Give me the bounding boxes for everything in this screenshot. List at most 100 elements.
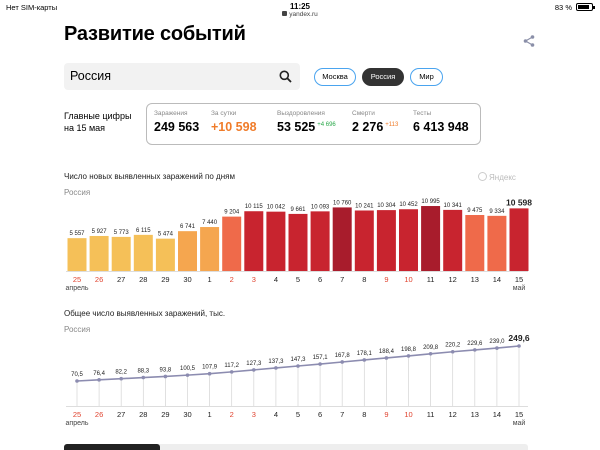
- point-value-label: 117,2: [224, 363, 239, 369]
- line-point: [119, 376, 123, 381]
- point-value-label: 239,0: [489, 339, 505, 345]
- bar: [133, 234, 153, 271]
- bar-value-label: 10 042: [267, 205, 286, 211]
- x-tick-label: 29: [161, 275, 169, 284]
- charts-canvas: 5 557255 927265 773276 115285 474296 741…: [66, 197, 533, 427]
- bar: [111, 236, 131, 271]
- bottom-tabs[interactable]: [64, 444, 528, 450]
- point-value-label: 229,6: [467, 341, 483, 347]
- line-point: [97, 378, 101, 382]
- point-value-label: 188,4: [379, 349, 395, 355]
- bar: [332, 207, 352, 271]
- line-point: [406, 354, 411, 358]
- x-tick-label: 2: [230, 275, 234, 284]
- bar-value-label: 5 474: [158, 232, 174, 238]
- line-point: [450, 349, 455, 354]
- line-point: [229, 370, 234, 374]
- bar-value-label: 6 741: [180, 224, 196, 230]
- x-tick-label: 14: [493, 410, 501, 419]
- bar-value-label: 5 927: [92, 229, 108, 235]
- line-point: [340, 360, 345, 364]
- x-tick-label: 1: [208, 410, 212, 419]
- bar: [266, 211, 286, 271]
- point-value-label: 157,1: [313, 355, 329, 361]
- bar-value-label: 10 241: [355, 203, 374, 209]
- line-point: [495, 346, 499, 350]
- bar-value-label: 10 093: [311, 204, 330, 210]
- x-tick-label: 10: [404, 410, 412, 419]
- bar: [376, 210, 396, 271]
- x-tick-label: 11: [427, 410, 435, 419]
- line-point: [517, 344, 521, 348]
- x-tick-label: 25: [73, 275, 81, 284]
- month-label: апрель: [66, 285, 89, 292]
- bar-value-label: 6 115: [136, 228, 151, 234]
- point-value-label: 137,3: [268, 359, 284, 365]
- x-tick-label: 8: [362, 275, 366, 284]
- bar: [222, 216, 242, 271]
- bar-value-label: 9 475: [467, 208, 483, 214]
- x-tick-label: 30: [183, 275, 191, 284]
- point-value-label: 82,2: [115, 370, 127, 376]
- x-tick-label: 13: [471, 275, 479, 284]
- x-tick-label: 26: [95, 275, 103, 284]
- line-point: [384, 356, 389, 360]
- point-value-label: 76,4: [93, 371, 105, 377]
- bar: [487, 215, 507, 271]
- x-tick-label: 5: [296, 410, 300, 419]
- point-value-label: 167,8: [335, 353, 351, 359]
- x-tick-label: 6: [318, 275, 322, 284]
- line-point: [318, 362, 322, 366]
- x-tick-label: 3: [252, 410, 256, 419]
- bar: [244, 211, 264, 271]
- x-tick-label: 7: [340, 275, 344, 284]
- x-tick-label: 27: [117, 410, 125, 419]
- bar: [288, 213, 308, 271]
- point-value-label: 100,5: [180, 366, 196, 372]
- bar-value-label: 9 204: [224, 210, 240, 216]
- x-tick-label: 13: [471, 410, 479, 419]
- x-tick-label: 5: [296, 275, 300, 284]
- month-label: май: [513, 419, 526, 427]
- line-point: [296, 364, 300, 368]
- bar: [155, 238, 175, 271]
- x-tick-label: 26: [95, 410, 103, 419]
- month-label: апрель: [66, 420, 89, 427]
- x-tick-label: 15: [515, 410, 523, 419]
- line-point: [163, 374, 168, 379]
- line-point: [473, 348, 477, 352]
- x-tick-label: 10: [404, 275, 412, 284]
- point-value-label: 107,9: [202, 365, 218, 371]
- point-value-label: 220,2: [445, 343, 461, 349]
- x-tick-label: 12: [449, 410, 457, 419]
- x-tick-label: 12: [449, 275, 457, 284]
- x-tick-label: 9: [384, 275, 388, 284]
- x-tick-label: 3: [252, 275, 256, 284]
- bar-value-label: 9 661: [290, 207, 306, 213]
- tab-active[interactable]: [64, 444, 160, 450]
- x-tick-label: 28: [139, 410, 147, 419]
- point-value-label: 127,3: [246, 361, 262, 367]
- bar: [200, 227, 220, 271]
- line-point: [75, 379, 79, 383]
- bar-value-label: 10 115: [245, 204, 264, 210]
- bar: [178, 231, 197, 271]
- point-value-label: 209,8: [423, 345, 439, 351]
- x-tick-label: 8: [362, 410, 366, 419]
- x-tick-label: 1: [208, 275, 212, 284]
- bar-value-label: 10 760: [333, 200, 352, 206]
- bar: [310, 211, 330, 271]
- x-tick-label: 30: [183, 410, 191, 419]
- x-tick-label: 29: [161, 410, 169, 419]
- bar: [67, 238, 87, 271]
- line-point: [141, 375, 146, 380]
- x-tick-label: 2: [230, 410, 234, 419]
- x-tick-label: 6: [318, 410, 322, 419]
- x-tick-label: 11: [427, 275, 435, 284]
- x-tick-label: 28: [139, 275, 147, 284]
- x-tick-label: 25: [73, 410, 81, 419]
- x-tick-label: 7: [340, 410, 344, 419]
- bar-value-label: 10 341: [444, 203, 463, 209]
- point-value-label: 178,1: [357, 351, 373, 357]
- x-tick-label: 9: [384, 410, 388, 419]
